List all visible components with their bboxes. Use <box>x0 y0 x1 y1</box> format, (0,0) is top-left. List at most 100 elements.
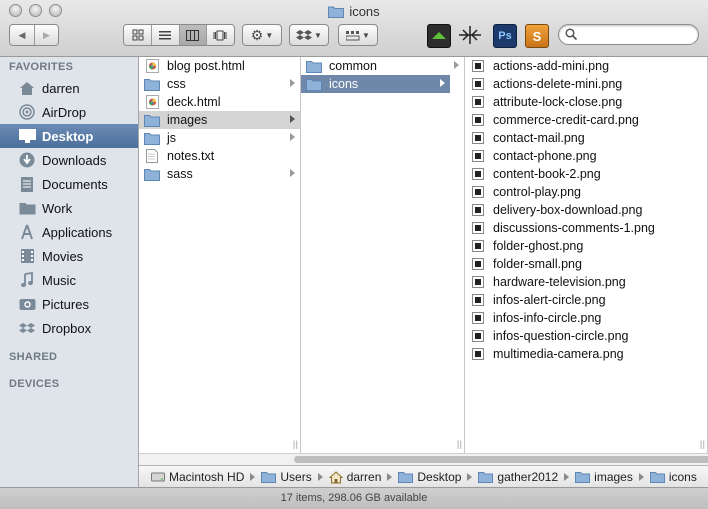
column-resize-handle[interactable]: | | <box>700 439 705 449</box>
list-item[interactable]: content-book-2.png <box>465 165 707 183</box>
sidebar-item-pictures[interactable]: Pictures <box>0 292 138 316</box>
folder-icon <box>144 113 160 127</box>
file-name: infos-info-circle.png <box>493 311 602 325</box>
home-icon <box>328 470 343 484</box>
list-item[interactable]: contact-phone.png <box>465 147 707 165</box>
list-item-notes[interactable]: notes.txt <box>139 147 300 165</box>
arrange-menu-button[interactable]: ▼ <box>338 24 378 46</box>
shared-heading[interactable]: SHARED <box>9 351 57 363</box>
xscope-app-icon[interactable] <box>459 24 481 46</box>
action-menu-button[interactable]: ⚙ ▼ <box>242 24 282 46</box>
sidebar-item-label: AirDrop <box>42 104 87 120</box>
coverflow-view-icon <box>213 30 227 40</box>
sidebar-item-music[interactable]: Music <box>0 268 138 292</box>
sidebar-item-desktop[interactable]: Desktop <box>0 124 138 148</box>
column-view-button[interactable] <box>179 25 207 45</box>
terminal-app-icon[interactable] <box>427 24 451 48</box>
sidebar-item-documents[interactable]: Documents <box>0 172 138 196</box>
path-crumb-images[interactable]: images <box>575 470 633 484</box>
sidebar-item-movies[interactable]: Movies <box>0 244 138 268</box>
list-item[interactable]: discussions-comments-1.png <box>465 219 707 237</box>
back-arrow-icon: ◀ <box>18 29 26 40</box>
dropbox-menu-button[interactable]: ▼ <box>289 24 329 46</box>
list-item-js[interactable]: js <box>139 129 300 147</box>
list-item[interactable]: hardware-television.png <box>465 273 707 291</box>
forward-arrow-icon: ▶ <box>43 29 50 40</box>
path-crumb-desktop[interactable]: Desktop <box>398 470 461 484</box>
list-view-button[interactable] <box>152 25 180 45</box>
file-name: folder-ghost.png <box>493 239 584 253</box>
list-item-sass[interactable]: sass <box>139 165 300 183</box>
chevron-down-icon: ▼ <box>265 30 274 40</box>
list-item[interactable]: actions-add-mini.png <box>465 57 707 75</box>
list-item[interactable]: infos-info-circle.png <box>465 309 707 327</box>
forward-button[interactable]: ▶ <box>34 25 58 45</box>
arrange-icon <box>346 30 360 40</box>
list-item[interactable]: control-play.png <box>465 183 707 201</box>
png-file-icon <box>470 185 486 199</box>
disclosure-arrow-icon <box>290 79 295 87</box>
column-resize-handle[interactable]: | | <box>293 439 298 449</box>
scrollbar-thumb[interactable] <box>294 456 708 463</box>
search-input[interactable] <box>581 27 695 44</box>
devices-heading[interactable]: DEVICES <box>9 378 59 390</box>
list-item[interactable]: commerce-credit-card.png <box>465 111 707 129</box>
terminal-glyph-icon <box>432 32 446 39</box>
disclosure-arrow-icon <box>440 79 445 87</box>
list-item[interactable]: infos-question-circle.png <box>465 327 707 345</box>
list-item[interactable]: delivery-box-download.png <box>465 201 707 219</box>
column-resize-handle[interactable]: | | <box>457 439 462 449</box>
list-item-css[interactable]: css <box>139 75 300 93</box>
list-item[interactable]: multimedia-camera.png <box>465 345 707 363</box>
desktop-icon <box>17 127 37 145</box>
sidebar-item-darren[interactable]: darren <box>0 76 138 100</box>
list-item[interactable]: infos-alert-circle.png <box>465 291 707 309</box>
png-file-icon <box>470 203 486 217</box>
png-file-icon <box>470 149 486 163</box>
list-item-icons[interactable]: icons <box>301 75 450 93</box>
back-button[interactable]: ◀ <box>10 25 35 45</box>
disclosure-arrow-icon <box>290 133 295 141</box>
hard-drive-icon <box>151 471 165 483</box>
sidebar-item-downloads[interactable]: Downloads <box>0 148 138 172</box>
path-crumb-label: images <box>594 470 633 484</box>
path-crumb-gather2012[interactable]: gather2012 <box>478 470 558 484</box>
path-crumb-users[interactable]: Users <box>261 470 312 484</box>
list-item-common[interactable]: common <box>301 57 464 75</box>
list-item-blog-post[interactable]: blog post.html <box>139 57 300 75</box>
status-bar: 17 items, 298.06 GB available <box>0 487 708 509</box>
sidebar-item-applications[interactable]: Applications <box>0 220 138 244</box>
photoshop-icon: Ps <box>498 30 512 42</box>
sidebar-item-label: Movies <box>42 248 84 264</box>
folder-name: css <box>167 77 186 91</box>
sidebar-item-airdrop[interactable]: AirDrop <box>0 100 138 124</box>
list-item[interactable]: folder-ghost.png <box>465 237 707 255</box>
list-item-deck[interactable]: deck.html <box>139 93 300 111</box>
list-item[interactable]: actions-delete-mini.png <box>465 75 707 93</box>
html-file-icon <box>144 59 160 73</box>
sidebar-item-work[interactable]: Work <box>0 196 138 220</box>
gear-icon: ⚙ <box>250 26 264 43</box>
disclosure-arrow-icon <box>454 61 459 69</box>
path-crumb-macintosh-hd[interactable]: Macintosh HD <box>151 470 244 484</box>
list-item[interactable]: attribute-lock-close.png <box>465 93 707 111</box>
dropbox-icon <box>17 319 37 337</box>
icon-view-button[interactable] <box>124 25 153 45</box>
sublime-app-icon[interactable]: S <box>525 24 549 48</box>
list-item[interactable]: folder-small.png <box>465 255 707 273</box>
coverflow-view-button[interactable] <box>206 25 234 45</box>
applications-icon <box>17 223 37 241</box>
photoshop-app-icon[interactable]: Ps <box>493 24 517 48</box>
file-name: blog post.html <box>167 59 245 73</box>
column-icons: actions-add-mini.png actions-delete-mini.… <box>465 57 708 453</box>
path-crumb-icons[interactable]: icons <box>649 470 697 484</box>
png-file-icon <box>470 329 486 343</box>
png-file-icon <box>470 113 486 127</box>
sidebar-item-dropbox[interactable]: Dropbox <box>0 316 138 340</box>
list-item-images[interactable]: images <box>139 111 300 129</box>
sidebar-item-label: darren <box>42 80 80 96</box>
path-crumb-darren[interactable]: darren <box>328 470 381 484</box>
path-crumb-label: Macintosh HD <box>169 470 245 484</box>
search-field[interactable] <box>558 24 699 45</box>
list-item[interactable]: contact-mail.png <box>465 129 707 147</box>
